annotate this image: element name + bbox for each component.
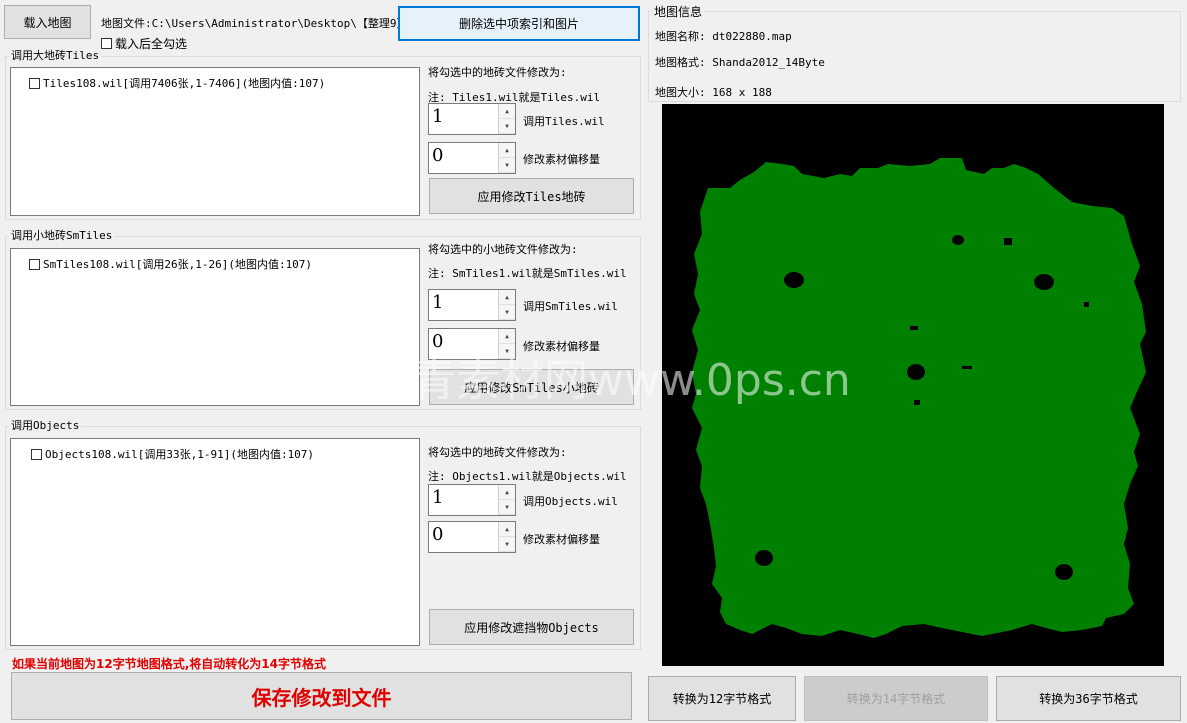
tiles-group-title: 调用大地砖Tiles <box>9 47 102 63</box>
apply-smtiles-button[interactable]: 应用修改SmTiles小地砖 <box>429 369 634 405</box>
apply-objects-button[interactable]: 应用修改遮挡物Objects <box>429 609 634 645</box>
stepper-value: 0 <box>432 331 444 352</box>
objects-offset-stepper[interactable]: 0 ▲ ▼ <box>428 521 516 553</box>
stepper-value: 0 <box>432 524 444 545</box>
tiles-offset-stepper[interactable]: 0 ▲ ▼ <box>428 142 516 174</box>
map-hole <box>755 550 773 566</box>
stepper-value: 1 <box>432 106 444 127</box>
spin-up-icon[interactable]: ▲ <box>499 290 515 305</box>
spin-down-icon[interactable]: ▼ <box>499 158 515 173</box>
spin-up-icon[interactable]: ▲ <box>499 522 515 537</box>
tiles-offset-label: 修改素材偏移量 <box>523 153 600 166</box>
select-all-after-load-label: 载入后全勾选 <box>115 37 188 51</box>
checkbox-box[interactable] <box>31 448 42 460</box>
smtiles-change-label: 将勾选中的小地砖文件修改为: <box>428 243 578 256</box>
stepper-value: 1 <box>432 292 444 313</box>
format-conversion-note: 如果当前地图为12字节地图格式,将自动转化为14字节格式 <box>12 657 326 671</box>
spin-down-icon[interactable]: ▼ <box>499 500 515 515</box>
load-map-button[interactable]: 载入地图 <box>4 5 91 39</box>
convert-36-byte-button[interactable]: 转换为36字节格式 <box>996 676 1181 721</box>
objects-file-label: 调用Objects.wil <box>523 495 618 508</box>
stepper-value: 0 <box>432 145 444 166</box>
tiles-file-stepper[interactable]: 1 ▲ ▼ <box>428 103 516 135</box>
objects-offset-label: 修改素材偏移量 <box>523 533 600 546</box>
map-preview-canvas <box>692 158 1146 638</box>
map-hole <box>1004 238 1012 245</box>
map-format: 地图格式: Shanda2012_14Byte <box>655 56 825 69</box>
map-hole <box>907 364 925 380</box>
objects-list[interactable]: Objects108.wil[调用33张,1-91](地图内值:107) <box>10 438 420 646</box>
tiles-list[interactable]: Tiles108.wil[调用7406张,1-7406](地图内值:107) <box>10 67 420 216</box>
tiles-change-label: 将勾选中的地砖文件修改为: <box>428 66 567 79</box>
map-preview[interactable] <box>662 104 1164 666</box>
smtiles-note: 注: SmTiles1.wil就是SmTiles.wil <box>428 267 627 280</box>
delete-selected-button[interactable]: 删除选中项索引和图片 <box>398 6 640 41</box>
map-info-title: 地图信息 <box>652 3 705 20</box>
map-size: 地图大小: 168 x 188 <box>655 86 772 99</box>
map-hole <box>1055 564 1073 580</box>
map-hole <box>1084 302 1089 307</box>
spin-up-icon[interactable]: ▲ <box>499 143 515 158</box>
list-item[interactable]: SmTiles108.wil[调用26张,1-26](地图内值:107) <box>29 256 312 272</box>
smtiles-list[interactable]: SmTiles108.wil[调用26张,1-26](地图内值:107) <box>10 248 420 406</box>
map-hole <box>914 400 920 405</box>
tiles-file-label: 调用Tiles.wil <box>523 115 605 128</box>
smtiles-group-title: 调用小地砖SmTiles <box>9 227 115 243</box>
smtiles-offset-stepper[interactable]: 0 ▲ ▼ <box>428 328 516 360</box>
smtiles-file-stepper[interactable]: 1 ▲ ▼ <box>428 289 516 321</box>
smtiles-offset-label: 修改素材偏移量 <box>523 340 600 353</box>
map-file-path: 地图文件:C:\Users\Administrator\Desktop\【整理9… <box>101 17 415 30</box>
list-item-label: Tiles108.wil[调用7406张,1-7406](地图内值:107) <box>43 77 326 90</box>
checkbox-box[interactable] <box>101 38 112 49</box>
map-hole <box>1034 274 1054 290</box>
spin-up-icon[interactable]: ▲ <box>499 485 515 500</box>
spin-down-icon[interactable]: ▼ <box>499 344 515 359</box>
stepper-value: 1 <box>432 487 444 508</box>
list-item-label: SmTiles108.wil[调用26张,1-26](地图内值:107) <box>43 258 313 271</box>
objects-group-title: 调用Objects <box>9 417 82 433</box>
list-item-label: Objects108.wil[调用33张,1-91](地图内值:107) <box>45 448 315 461</box>
convert-14-byte-button[interactable]: 转换为14字节格式 <box>804 676 988 721</box>
save-to-file-button[interactable]: 保存修改到文件 <box>11 672 632 720</box>
map-hole <box>784 272 804 288</box>
map-land-area <box>692 158 1146 638</box>
convert-12-byte-button[interactable]: 转换为12字节格式 <box>648 676 796 721</box>
spin-down-icon[interactable]: ▼ <box>499 119 515 134</box>
map-name: 地图名称: dt022880.map <box>655 30 792 43</box>
map-hole <box>952 235 964 245</box>
checkbox-box[interactable] <box>29 77 40 89</box>
spin-down-icon[interactable]: ▼ <box>499 305 515 320</box>
spin-up-icon[interactable]: ▲ <box>499 104 515 119</box>
objects-note: 注: Objects1.wil就是Objects.wil <box>428 470 627 483</box>
spin-up-icon[interactable]: ▲ <box>499 329 515 344</box>
smtiles-file-label: 调用SmTiles.wil <box>523 300 618 313</box>
objects-change-label: 将勾选中的地砖文件修改为: <box>428 446 567 459</box>
list-item[interactable]: Objects108.wil[调用33张,1-91](地图内值:107) <box>31 446 314 462</box>
select-all-after-load-checkbox[interactable]: 载入后全勾选 <box>101 35 187 52</box>
spin-down-icon[interactable]: ▼ <box>499 537 515 552</box>
objects-file-stepper[interactable]: 1 ▲ ▼ <box>428 484 516 516</box>
map-hole <box>962 366 972 369</box>
list-item[interactable]: Tiles108.wil[调用7406张,1-7406](地图内值:107) <box>29 75 325 91</box>
apply-tiles-button[interactable]: 应用修改Tiles地砖 <box>429 178 634 214</box>
map-hole <box>910 326 918 330</box>
checkbox-box[interactable] <box>29 258 40 270</box>
